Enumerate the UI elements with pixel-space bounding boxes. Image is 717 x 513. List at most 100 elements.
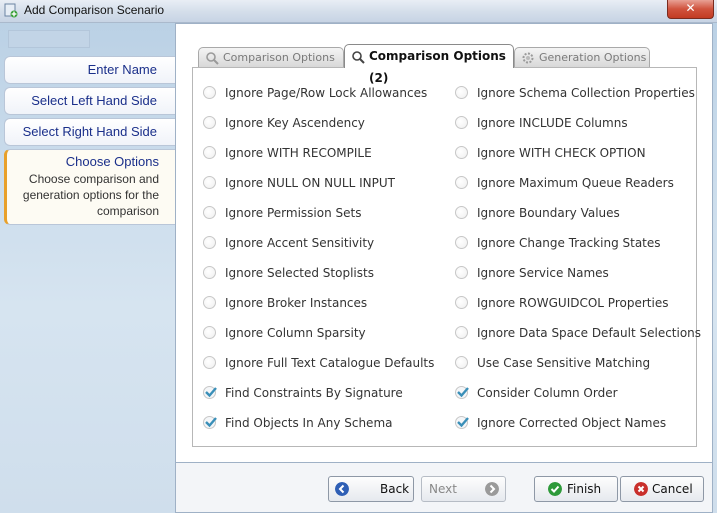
option-toggle[interactable]: [203, 146, 216, 159]
nav-step-enter-name[interactable]: Enter Name: [4, 56, 175, 84]
option-row[interactable]: Ignore Change Tracking States: [455, 233, 695, 253]
tab-comparison-options-2[interactable]: Comparison Options (2): [344, 44, 514, 85]
option-row[interactable]: Ignore Accent Sensitivity: [203, 233, 443, 253]
close-button[interactable]: ✕: [667, 0, 714, 19]
nav-step-description-line: generation options for the: [22, 188, 159, 202]
option-toggle[interactable]: [203, 356, 216, 369]
magnifier-icon: [352, 51, 365, 64]
background-menu-strip: [8, 30, 90, 48]
option-label: Ignore WITH CHECK OPTION: [477, 146, 646, 160]
option-row[interactable]: Ignore NULL ON NULL INPUT: [203, 173, 443, 193]
option-row[interactable]: Consider Column Order: [455, 383, 695, 403]
option-toggle[interactable]: [455, 266, 468, 279]
option-row[interactable]: Ignore Corrected Object Names: [455, 413, 695, 433]
tab-generation-options[interactable]: Generation Options: [514, 47, 650, 67]
option-toggle[interactable]: [203, 176, 216, 189]
option-toggle[interactable]: [455, 356, 468, 369]
option-label: Ignore Key Ascendency: [225, 116, 365, 130]
tab-comparison-options[interactable]: Comparison Options: [198, 47, 344, 67]
next-button[interactable]: Next: [421, 476, 506, 502]
finish-button-label: Finish: [567, 482, 602, 496]
add-scenario-app-icon: [4, 3, 18, 18]
option-label: Ignore Corrected Object Names: [477, 416, 667, 430]
option-row[interactable]: Ignore Data Space Default Selections: [455, 323, 701, 343]
option-label: Ignore Broker Instances: [225, 296, 368, 310]
magnifier-icon: [206, 52, 219, 65]
option-row[interactable]: Ignore Key Ascendency: [203, 113, 443, 133]
option-row[interactable]: Find Objects In Any Schema: [203, 413, 443, 433]
option-toggle[interactable]: [203, 296, 216, 309]
option-toggle[interactable]: [455, 86, 468, 99]
option-checked-toggle[interactable]: [203, 416, 217, 429]
option-row[interactable]: Ignore Broker Instances: [203, 293, 443, 313]
nav-step-select-right[interactable]: Select Right Hand Side: [4, 118, 175, 146]
option-label: Ignore Service Names: [477, 266, 609, 280]
option-row[interactable]: Ignore Service Names: [455, 263, 695, 283]
nav-step-label: Select Right Hand Side: [22, 124, 157, 139]
option-label: Ignore Maximum Queue Readers: [477, 176, 674, 190]
option-row[interactable]: Ignore Schema Collection Properties: [455, 83, 695, 103]
option-label: Ignore Selected Stoplists: [225, 266, 374, 280]
option-row[interactable]: Ignore ROWGUIDCOL Properties: [455, 293, 695, 313]
option-checked-toggle[interactable]: [203, 386, 217, 399]
option-toggle[interactable]: [455, 206, 468, 219]
option-toggle[interactable]: [455, 296, 468, 309]
option-toggle[interactable]: [455, 176, 468, 189]
nav-step-select-left[interactable]: Select Left Hand Side: [4, 87, 175, 115]
option-toggle[interactable]: [455, 236, 468, 249]
option-row[interactable]: Ignore Permission Sets: [203, 203, 443, 223]
option-checked-toggle[interactable]: [455, 386, 469, 399]
back-button[interactable]: Back: [328, 476, 414, 502]
finish-button[interactable]: Finish: [534, 476, 618, 502]
checkmark-icon: [548, 482, 562, 496]
option-toggle[interactable]: [455, 146, 468, 159]
option-row[interactable]: Ignore Boundary Values: [455, 203, 695, 223]
checkmark-icon: [205, 417, 217, 428]
option-toggle[interactable]: [455, 326, 468, 339]
cancel-button[interactable]: Cancel: [620, 476, 704, 502]
option-label: Ignore Page/Row Lock Allowances: [225, 86, 428, 100]
option-row[interactable]: Ignore Full Text Catalogue Defaults: [203, 353, 443, 373]
option-row[interactable]: Ignore Selected Stoplists: [203, 263, 443, 283]
nav-step-description: Choose comparison and generation options…: [7, 171, 159, 219]
nav-step-label: Select Left Hand Side: [31, 93, 157, 108]
nav-step-choose-options[interactable]: Choose Options Choose comparison and gen…: [4, 149, 177, 225]
option-toggle[interactable]: [455, 116, 468, 129]
options-list: Ignore Page/Row Lock Allowances Ignore Ke…: [192, 67, 701, 447]
option-row[interactable]: Ignore WITH CHECK OPTION: [455, 143, 695, 163]
option-label: Find Constraints By Signature: [225, 386, 403, 400]
option-row[interactable]: Ignore Maximum Queue Readers: [455, 173, 695, 193]
option-label: Ignore Change Tracking States: [477, 236, 661, 250]
nav-step-description-line: comparison: [96, 204, 159, 218]
wizard-button-bar: Back Next Finish Cancel: [175, 463, 713, 513]
option-checked-toggle[interactable]: [455, 416, 469, 429]
option-label: Ignore Accent Sensitivity: [225, 236, 375, 250]
option-toggle[interactable]: [203, 266, 216, 279]
close-icon[interactable]: ✕: [685, 1, 695, 15]
option-toggle[interactable]: [203, 86, 216, 99]
checkmark-icon: [457, 417, 469, 428]
option-row[interactable]: Use Case Sensitive Matching: [455, 353, 695, 373]
option-toggle[interactable]: [203, 116, 216, 129]
back-arrow-icon: [335, 482, 349, 496]
options-panel: Comparison Options Comparison Options (2…: [175, 23, 713, 463]
option-toggle[interactable]: [203, 326, 216, 339]
option-row[interactable]: Find Constraints By Signature: [203, 383, 443, 403]
tab-label: Comparison Options: [223, 51, 335, 64]
option-row[interactable]: Ignore WITH RECOMPILE: [203, 143, 443, 163]
option-row[interactable]: Ignore Page/Row Lock Allowances: [203, 83, 443, 103]
tab-label: Generation Options: [539, 51, 647, 64]
option-label: Ignore WITH RECOMPILE: [225, 146, 372, 160]
option-row[interactable]: Ignore Column Sparsity: [203, 323, 443, 343]
option-toggle[interactable]: [203, 206, 216, 219]
gear-icon: [522, 52, 534, 64]
option-label: Use Case Sensitive Matching: [477, 356, 651, 370]
back-button-label: Back: [380, 482, 410, 496]
option-row[interactable]: Ignore INCLUDE Columns: [455, 113, 695, 133]
option-label: Consider Column Order: [477, 386, 618, 400]
option-label: Ignore ROWGUIDCOL Properties: [477, 296, 669, 310]
window-title: Add Comparison Scenario: [24, 3, 165, 17]
option-label: Ignore Column Sparsity: [225, 326, 366, 340]
option-label: Ignore Permission Sets: [225, 206, 362, 220]
option-toggle[interactable]: [203, 236, 216, 249]
